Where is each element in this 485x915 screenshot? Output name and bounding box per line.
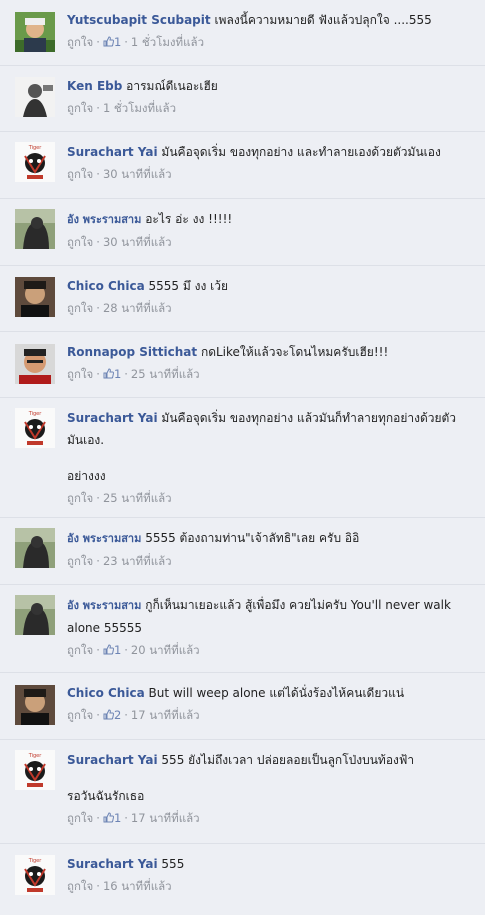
like-link[interactable]: ถูกใจ — [67, 879, 93, 893]
avatar[interactable] — [15, 12, 55, 52]
svg-text:Tiger: Tiger — [28, 145, 43, 151]
comment-author[interactable]: อัง พระรามสาม — [67, 599, 141, 612]
comment-item: Yutscubapit Scubapit เพลงนี้ความหมายดี ฟ… — [0, 0, 485, 66]
like-link[interactable]: ถูกใจ — [67, 101, 93, 115]
like-link[interactable]: ถูกใจ — [67, 235, 93, 249]
comment-author[interactable]: อัง พระรามสาม — [67, 213, 141, 226]
comment-item: Ken Ebb อารมณ์ดีเนอะเฮีย ถูกใจ · 1 ชั่วโมง… — [0, 66, 485, 132]
comment-text: มันคือจุดเริ่ม ของทุกอย่าง และทำลายเองด้… — [161, 145, 441, 159]
avatar[interactable]: Tiger — [15, 142, 55, 182]
like-link[interactable]: ถูกใจ — [67, 367, 93, 381]
comment-text-line2: อย่างงง — [67, 469, 106, 483]
comment-item: Tiger Surachart Yai มันคือจุดเริ่ม ของทุ… — [0, 398, 485, 518]
like-link[interactable]: ถูกใจ — [67, 167, 93, 181]
svg-text:Tiger: Tiger — [28, 411, 43, 417]
comment-time[interactable]: 16 นาทีที่แล้ว — [103, 879, 172, 893]
comment-item: Ronnapop Sittichat กดLikeให้แล้วจะโดนไหม… — [0, 332, 485, 398]
comment-text: 555 ยังไม่ถึงเวลา ปล่อยลอยเป็นลูกโป่งบนท… — [161, 753, 415, 767]
thumbs-up-icon[interactable] — [103, 644, 114, 655]
avatar[interactable]: Tiger — [15, 750, 55, 790]
avatar[interactable] — [15, 528, 55, 568]
avatar[interactable] — [15, 344, 55, 384]
comment-text: อารมณ์ดีเนอะเฮีย — [126, 79, 218, 93]
comment-time[interactable]: 25 นาทีที่แล้ว — [103, 491, 172, 505]
comment-item: Chico Chica 5555 มึ งง เว้ย ถูกใจ · 28 นาท… — [0, 266, 485, 332]
comment-meta: ถูกใจ · 25 นาทีที่แล้ว — [67, 491, 172, 505]
comment-meta: ถูกใจ · 16 นาทีที่แล้ว — [67, 879, 172, 893]
svg-text:Tiger: Tiger — [28, 858, 43, 864]
comment-item: อัง พระรามสาม กูก็เห็นมาเยอะแล้ว สู้เพื่… — [0, 585, 485, 673]
avatar[interactable] — [15, 77, 55, 117]
avatar[interactable] — [15, 277, 55, 317]
comment-meta: ถูกใจ · 1 · 20 นาทีที่แล้ว — [67, 643, 200, 657]
comment-time[interactable]: 25 นาทีที่แล้ว — [131, 367, 200, 381]
comment-item: Tiger Surachart Yai 555 ถูกใจ · 16 นาทีที่… — [0, 844, 485, 915]
comment-author[interactable]: Ronnapop Sittichat — [67, 345, 197, 359]
comment-text: เพลงนี้ความหมายดี ฟังแล้วปลุกใจ ....555 — [214, 13, 432, 27]
comment-text: 5555 ต้องถามท่าน"เจ้าลัทธิ"เลย ครับ อิอิ — [145, 531, 360, 545]
comment-text: อะไร อ่ะ งง !!!!! — [145, 212, 233, 226]
like-link[interactable]: ถูกใจ — [67, 708, 93, 722]
like-link[interactable]: ถูกใจ — [67, 301, 93, 315]
avatar[interactable] — [15, 209, 55, 249]
svg-text:Tiger: Tiger — [28, 753, 43, 759]
thumbs-up-icon[interactable] — [103, 36, 114, 47]
comment-text: 5555 มึ งง เว้ย — [148, 279, 228, 293]
comment-author[interactable]: Chico Chica — [67, 279, 145, 293]
avatar[interactable] — [15, 595, 55, 635]
comment-meta: ถูกใจ · 30 นาทีที่แล้ว — [67, 235, 172, 249]
avatar[interactable]: Tiger — [15, 408, 55, 448]
comment-time[interactable]: 1 ชั่วโมงที่แล้ว — [131, 35, 204, 49]
comment-meta: ถูกใจ · 1 · 17 นาทีที่แล้ว — [67, 811, 200, 825]
comment-time[interactable]: 28 นาทีที่แล้ว — [103, 301, 172, 315]
comment-meta: ถูกใจ · 2 · 17 นาทีที่แล้ว — [67, 708, 200, 722]
comment-author[interactable]: Surachart Yai — [67, 857, 158, 871]
comment-author[interactable]: Yutscubapit Scubapit — [67, 13, 211, 27]
like-count[interactable]: 1 — [114, 35, 121, 49]
comment-meta: ถูกใจ · 23 นาทีที่แล้ว — [67, 554, 172, 568]
thumbs-up-icon[interactable] — [103, 709, 114, 720]
comment-time[interactable]: 17 นาทีที่แล้ว — [131, 811, 200, 825]
avatar[interactable] — [15, 685, 55, 725]
comment-item: Chico Chica But will weep alone แต่ได้นั… — [0, 673, 485, 740]
comment-time[interactable]: 23 นาทีที่แล้ว — [103, 554, 172, 568]
like-link[interactable]: ถูกใจ — [67, 643, 93, 657]
like-link[interactable]: ถูกใจ — [67, 491, 93, 505]
thumbs-up-icon[interactable] — [103, 368, 114, 379]
comment-author[interactable]: Ken Ebb — [67, 79, 122, 93]
thumbs-up-icon[interactable] — [103, 812, 114, 823]
like-count[interactable]: 2 — [114, 708, 121, 722]
comment-meta: ถูกใจ · 28 นาทีที่แล้ว — [67, 301, 172, 315]
comment-meta: ถูกใจ · 1 ชั่วโมงที่แล้ว — [67, 101, 177, 115]
comment-item: อัง พระรามสาม อะไร อ่ะ งง !!!!! ถูกใจ · 30… — [0, 199, 485, 266]
comment-item: Tiger Surachart Yai 555 ยังไม่ถึงเวลา ปล… — [0, 740, 485, 844]
like-count[interactable]: 1 — [114, 643, 121, 657]
comment-item: Tiger Surachart Yai มันคือจุดเริ่ม ของทุ… — [0, 132, 485, 199]
comment-time[interactable]: 20 นาทีที่แล้ว — [131, 643, 200, 657]
comment-time[interactable]: 17 นาทีที่แล้ว — [131, 708, 200, 722]
like-link[interactable]: ถูกใจ — [67, 554, 93, 568]
comment-time[interactable]: 30 นาทีที่แล้ว — [103, 167, 172, 181]
comment-author[interactable]: Surachart Yai — [67, 753, 158, 767]
avatar[interactable]: Tiger — [15, 855, 55, 895]
comment-author[interactable]: Surachart Yai — [67, 145, 158, 159]
comment-text: กดLikeให้แล้วจะโดนไหมครับเฮีย!!! — [200, 345, 389, 359]
comment-text: But will weep alone แต่ได้นั่งร้องไห้คนเ… — [148, 686, 405, 700]
like-count[interactable]: 1 — [114, 811, 121, 825]
comment-author[interactable]: อัง พระรามสาม — [67, 532, 141, 545]
comment-meta: ถูกใจ · 30 นาทีที่แล้ว — [67, 167, 172, 181]
like-link[interactable]: ถูกใจ — [67, 35, 93, 49]
comment-text: 555 — [161, 857, 185, 871]
comment-author[interactable]: Surachart Yai — [67, 411, 158, 425]
comment-author[interactable]: Chico Chica — [67, 686, 145, 700]
like-link[interactable]: ถูกใจ — [67, 811, 93, 825]
comment-item: อัง พระรามสาม 5555 ต้องถามท่าน"เจ้าลัทธิ… — [0, 518, 485, 585]
comment-text-line2: รอวันฉันรักเธอ — [67, 789, 145, 803]
comment-meta: ถูกใจ · 1 · 1 ชั่วโมงที่แล้ว — [67, 35, 205, 49]
comment-list: Yutscubapit Scubapit เพลงนี้ความหมายดี ฟ… — [0, 0, 485, 915]
comment-time[interactable]: 1 ชั่วโมงที่แล้ว — [103, 101, 176, 115]
like-count[interactable]: 1 — [114, 367, 121, 381]
comment-time[interactable]: 30 นาทีที่แล้ว — [103, 235, 172, 249]
comment-meta: ถูกใจ · 1 · 25 นาทีที่แล้ว — [67, 367, 200, 381]
